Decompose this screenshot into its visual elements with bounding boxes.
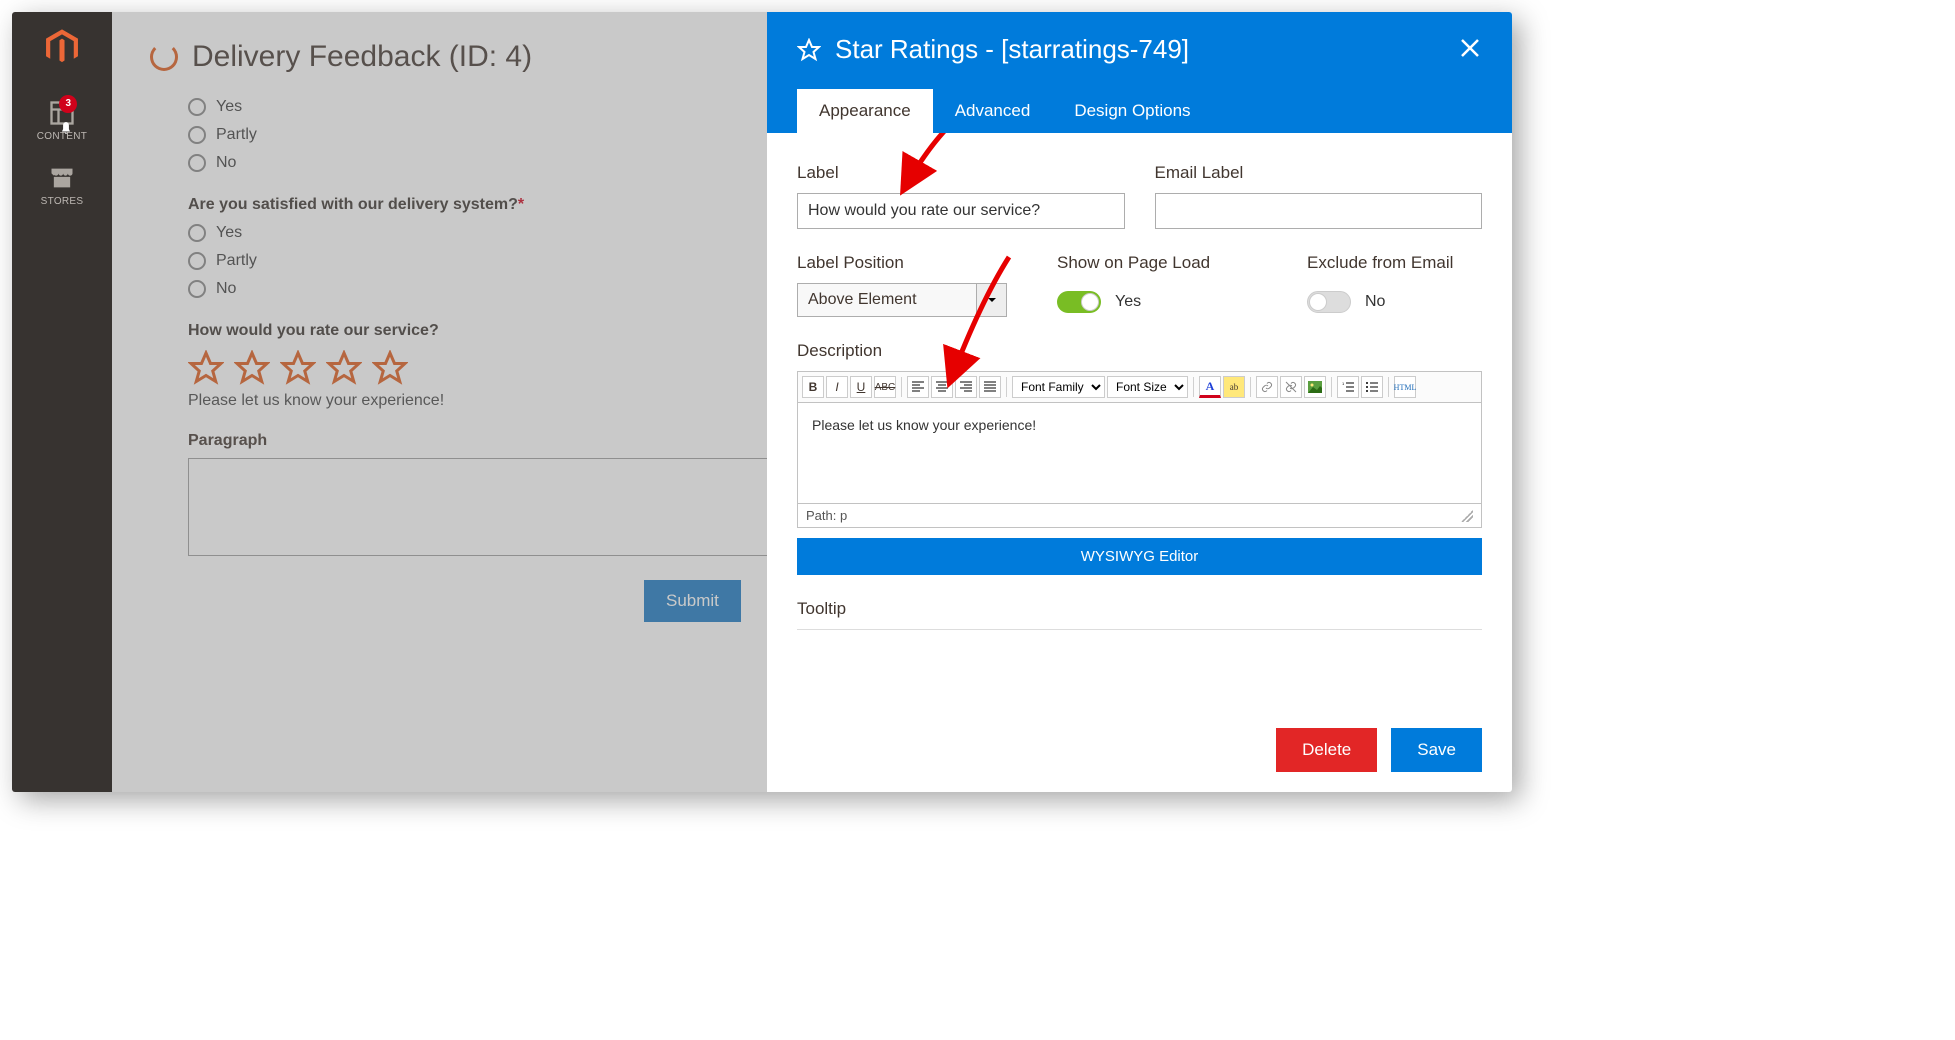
label-input[interactable] <box>797 193 1125 229</box>
spinner-icon <box>150 43 178 71</box>
email-label-input[interactable] <box>1155 193 1483 229</box>
panel-tabs: Appearance Advanced Design Options <box>797 89 1482 133</box>
font-size-select[interactable]: Font Size <box>1107 376 1188 398</box>
align-center-button[interactable] <box>931 376 953 398</box>
description-label: Description <box>797 341 1482 361</box>
star-icon[interactable] <box>188 350 224 386</box>
page-title: Delivery Feedback (ID: 4) <box>192 40 532 74</box>
sidebar-item-content[interactable]: CONTENT 3 <box>37 99 87 142</box>
editor-path: Path: p <box>806 508 847 523</box>
image-button[interactable] <box>1304 376 1326 398</box>
panel-footer: Delete Save <box>767 708 1512 792</box>
show-on-load-toggle[interactable] <box>1057 291 1101 313</box>
show-on-load-label: Show on Page Load <box>1057 253 1277 273</box>
sidebar-item-stores[interactable]: STORES <box>41 164 84 207</box>
unordered-list-button[interactable] <box>1361 376 1383 398</box>
email-label-field-label: Email Label <box>1155 163 1483 183</box>
delete-button[interactable]: Delete <box>1276 728 1377 772</box>
panel-header: Star Ratings - [starratings-749] Appeara… <box>767 12 1512 133</box>
admin-sidebar: CONTENT 3 STORES <box>12 12 112 792</box>
unlink-button[interactable] <box>1280 376 1302 398</box>
description-editor: B I U ABC Font Family Font Size A <box>797 371 1482 528</box>
element-settings-panel: Star Ratings - [starratings-749] Appeara… <box>767 12 1512 792</box>
text-color-button[interactable]: A <box>1199 376 1221 398</box>
wysiwyg-button[interactable]: WYSIWYG Editor <box>797 538 1482 575</box>
align-justify-button[interactable] <box>979 376 1001 398</box>
stores-icon <box>48 164 76 192</box>
strike-button[interactable]: ABC <box>874 376 896 398</box>
highlight-button[interactable]: ab <box>1223 376 1245 398</box>
align-left-button[interactable] <box>907 376 929 398</box>
star-icon <box>797 38 821 62</box>
label-position-label: Label Position <box>797 253 1027 273</box>
chevron-down-icon <box>977 283 1007 317</box>
italic-button[interactable]: I <box>826 376 848 398</box>
font-family-select[interactable]: Font Family <box>1012 376 1105 398</box>
editor-toolbar: B I U ABC Font Family Font Size A <box>798 372 1481 403</box>
align-right-button[interactable] <box>955 376 977 398</box>
resize-handle[interactable] <box>1461 510 1473 522</box>
star-icon[interactable] <box>234 350 270 386</box>
panel-body: Label Email Label Label Position Above E… <box>767 133 1512 708</box>
tab-appearance[interactable]: Appearance <box>797 89 933 133</box>
close-icon <box>1458 36 1482 60</box>
bold-button[interactable]: B <box>802 376 824 398</box>
save-button[interactable]: Save <box>1391 728 1482 772</box>
exclude-email-toggle[interactable] <box>1307 291 1351 313</box>
exclude-email-label: Exclude from Email <box>1307 253 1482 273</box>
editor-content[interactable]: Please let us know your experience! <box>798 403 1481 503</box>
ordered-list-button[interactable]: 1 <box>1337 376 1359 398</box>
star-icon[interactable] <box>326 350 362 386</box>
label-position-select[interactable]: Above Element <box>797 283 1007 317</box>
magento-logo <box>41 26 83 99</box>
underline-button[interactable]: U <box>850 376 872 398</box>
tooltip-section: Tooltip <box>797 599 1482 630</box>
svg-text:1: 1 <box>1342 381 1345 386</box>
paragraph-textarea[interactable] <box>188 458 773 556</box>
label-field-label: Label <box>797 163 1125 183</box>
close-button[interactable] <box>1458 36 1482 65</box>
html-button[interactable]: HTML <box>1394 376 1416 398</box>
sidebar-item-label: STORES <box>41 196 84 207</box>
tab-advanced[interactable]: Advanced <box>933 89 1053 133</box>
tab-design-options[interactable]: Design Options <box>1052 89 1212 133</box>
submit-button[interactable]: Submit <box>644 580 741 622</box>
star-icon[interactable] <box>372 350 408 386</box>
notification-bell-icon[interactable] <box>59 121 73 140</box>
link-button[interactable] <box>1256 376 1278 398</box>
star-icon[interactable] <box>280 350 316 386</box>
panel-title: Star Ratings - [starratings-749] <box>835 34 1189 65</box>
